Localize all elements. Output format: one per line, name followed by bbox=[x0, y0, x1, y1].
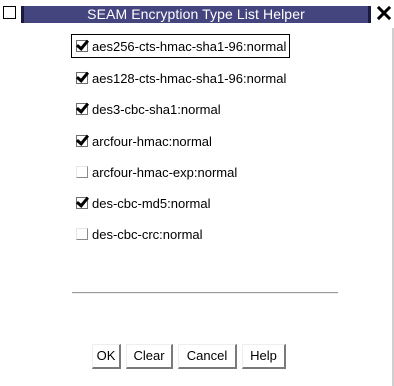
option-aes128-cts-hmac-sha1-96[interactable]: aes128-cts-hmac-sha1-96:normal bbox=[72, 67, 286, 89]
window-menu-icon[interactable] bbox=[3, 6, 16, 19]
checkbox-checked-icon[interactable] bbox=[76, 40, 88, 52]
title-bar[interactable]: SEAM Encryption Type List Helper bbox=[0, 0, 394, 28]
option-label: arcfour-hmac-exp:normal bbox=[92, 164, 238, 180]
window-title: SEAM Encryption Type List Helper bbox=[87, 6, 305, 22]
checkbox-unchecked-icon[interactable] bbox=[76, 228, 88, 240]
checkbox-unchecked-icon[interactable] bbox=[76, 166, 88, 178]
option-label: des-cbc-md5:normal bbox=[92, 195, 211, 211]
separator bbox=[72, 292, 338, 294]
checkbox-checked-icon[interactable] bbox=[76, 197, 88, 209]
option-des-cbc-crc[interactable]: des-cbc-crc:normal bbox=[72, 223, 203, 245]
ok-button[interactable]: OK bbox=[92, 344, 121, 369]
checkbox-checked-icon[interactable] bbox=[76, 135, 88, 147]
checkbox-checked-icon[interactable] bbox=[76, 72, 88, 84]
option-arcfour-hmac-exp[interactable]: arcfour-hmac-exp:normal bbox=[72, 161, 237, 183]
close-icon[interactable] bbox=[375, 2, 393, 24]
clear-button[interactable]: Clear bbox=[126, 344, 173, 369]
encryption-type-helper-window: SEAM Encryption Type List Helper aes256-… bbox=[0, 0, 394, 386]
checkbox-checked-icon[interactable] bbox=[76, 103, 88, 115]
help-button[interactable]: Help bbox=[242, 344, 286, 369]
option-label: des3-cbc-sha1:normal bbox=[92, 101, 221, 117]
title-bar-strip[interactable]: SEAM Encryption Type List Helper bbox=[21, 6, 371, 23]
option-arcfour-hmac[interactable]: arcfour-hmac:normal bbox=[72, 130, 212, 152]
cancel-button[interactable]: Cancel bbox=[178, 344, 237, 369]
option-des-cbc-md5[interactable]: des-cbc-md5:normal bbox=[72, 192, 211, 214]
option-label: aes128-cts-hmac-sha1-96:normal bbox=[92, 70, 287, 86]
dialog-body: aes256-cts-hmac-sha1-96:normal aes128-ct… bbox=[0, 28, 394, 386]
option-label: aes256-cts-hmac-sha1-96:normal bbox=[92, 38, 287, 54]
option-des3-cbc-sha1[interactable]: des3-cbc-sha1:normal bbox=[72, 98, 221, 120]
option-label: arcfour-hmac:normal bbox=[92, 133, 212, 149]
option-aes256-cts-hmac-sha1-96[interactable]: aes256-cts-hmac-sha1-96:normal bbox=[70, 34, 291, 58]
option-label: des-cbc-crc:normal bbox=[92, 226, 203, 242]
